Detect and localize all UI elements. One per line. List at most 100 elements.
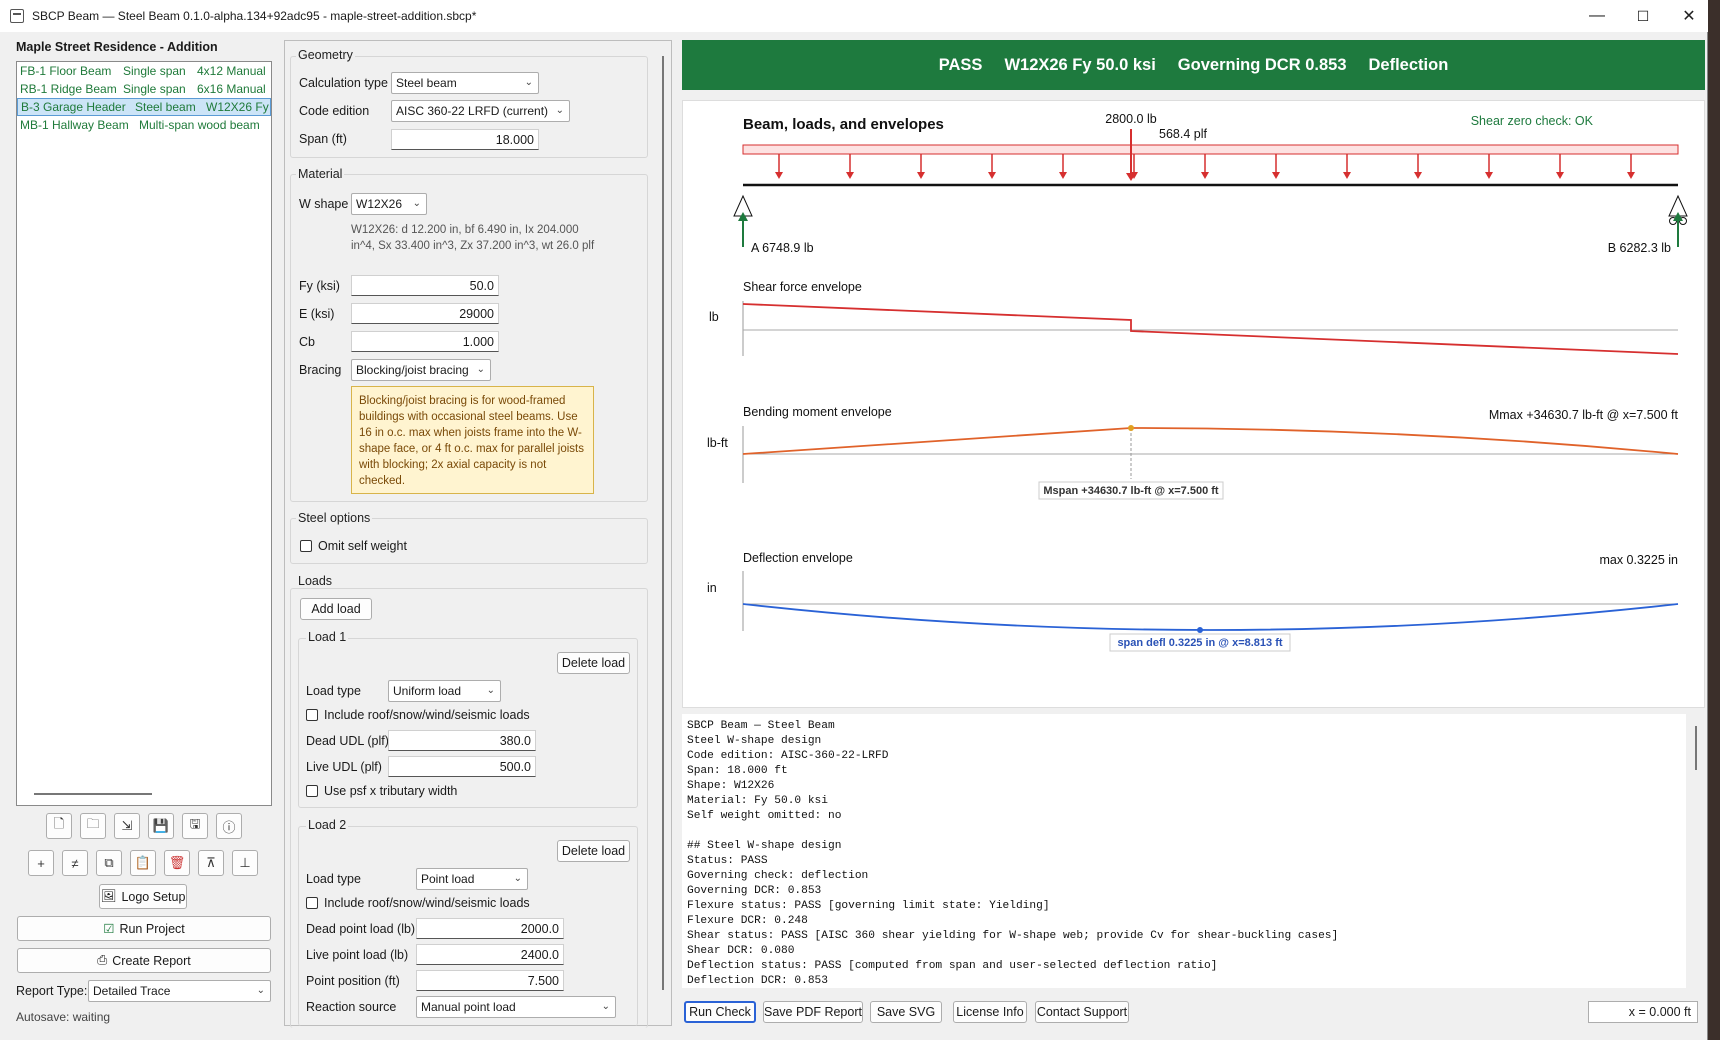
beam-list-item-selected[interactable]: B-3 Garage Header Steel beam W12X26 Fy <box>17 98 271 116</box>
load2-pos-label: Point position (ft) <box>306 974 400 988</box>
app-icon <box>10 9 24 23</box>
license-info-button[interactable]: License Info <box>953 1001 1027 1023</box>
delete-load1-button[interactable]: Delete load <box>557 652 630 674</box>
contact-support-button[interactable]: Contact Support <box>1035 1001 1129 1023</box>
printer-icon: ⎙ <box>97 953 108 967</box>
span-input[interactable]: 18.000 <box>391 129 539 150</box>
e-input[interactable]: 29000 <box>351 303 499 324</box>
diagram-title: Beam, loads, and envelopes <box>743 116 944 133</box>
deflection-unit: in <box>707 581 717 595</box>
paste-icon: 📋 <box>134 855 152 870</box>
calc-type-select[interactable]: Steel beam ⌄ <box>391 72 539 94</box>
beam-list-scrollbar[interactable] <box>34 793 152 795</box>
add-beam-button[interactable]: + <box>28 850 54 876</box>
save-pdf-button[interactable]: Save PDF Report <box>763 1001 863 1023</box>
new-file-button[interactable]: 🗋 <box>46 813 72 839</box>
run-project-button[interactable]: ☑ Run Project <box>17 916 271 941</box>
udl-arrowhead <box>1485 172 1493 179</box>
load2-title: Load 2 <box>306 818 349 832</box>
move-up-button[interactable]: ⊼ <box>198 850 224 876</box>
calc-type-label: Calculation type <box>299 76 388 90</box>
deflection-max-point <box>1197 627 1203 633</box>
beam-type: Single span <box>123 64 186 78</box>
report-line: Material: Fy 50.0 ksi <box>687 795 828 807</box>
beam-list-item[interactable]: RB-1 Ridge Beam Single span 6x16 Manual <box>17 80 271 98</box>
reaction-source-value: Manual point load <box>421 1000 516 1014</box>
shear-check-label: Shear zero check: OK <box>1471 114 1594 128</box>
add-load-button[interactable]: Add load <box>300 598 372 620</box>
load2-type-select[interactable]: Point load ⌄ <box>416 868 528 890</box>
beam-list-item[interactable]: MB-1 Hallway Beam Multi-span wood beam <box>17 116 271 134</box>
minimize-button[interactable]: — <box>1574 0 1620 32</box>
close-button[interactable]: ✕ <box>1666 0 1712 32</box>
create-report-button[interactable]: ⎙ Create Report <box>17 948 271 973</box>
delete-load2-button[interactable]: Delete load <box>557 840 630 862</box>
save-button[interactable]: 💾 <box>148 813 174 839</box>
run-check-button[interactable]: Run Check <box>684 1001 756 1023</box>
input-panel-scrollbar[interactable] <box>662 56 664 990</box>
info-button[interactable]: ⓘ <box>216 813 242 839</box>
beam-type: Multi-span wood beam <box>139 118 260 132</box>
report-line: Span: 18.000 ft <box>687 765 788 777</box>
load1-dead-input[interactable]: 380.0 <box>388 730 536 751</box>
report-text[interactable]: SBCP Beam — Steel Beam Steel W-shape desi… <box>682 714 1686 988</box>
load1-type-select[interactable]: Uniform load ⌄ <box>388 680 501 702</box>
moment-max-label: Mmax +34630.7 lb-ft @ x=7.500 ft <box>1489 408 1679 422</box>
load2-pos-input[interactable]: 7.500 <box>416 970 564 991</box>
bracing-label: Bracing <box>299 363 342 377</box>
maximize-button[interactable]: ☐ <box>1620 0 1666 32</box>
status-section: W12X26 Fy 50.0 ksi <box>1004 55 1156 74</box>
status-result: PASS <box>938 55 983 74</box>
shear-unit: lb <box>709 310 719 324</box>
report-line: Shear DCR: 0.080 <box>687 945 795 957</box>
load2-include-env-label: Include roof/snow/wind/seismic loads <box>324 896 530 910</box>
move-down-button[interactable]: ⊥ <box>232 850 258 876</box>
save-svg-button[interactable]: Save SVG <box>870 1001 942 1023</box>
fy-input[interactable]: 50.0 <box>351 275 499 296</box>
beam-list[interactable]: FB-1 Floor Beam Single span 4x12 Manual RB… <box>16 61 272 806</box>
bracing-select[interactable]: Blocking/joist bracing ⌄ <box>351 359 491 381</box>
chevron-down-icon: ⌄ <box>486 685 495 696</box>
report-line: Code edition: AISC-360-22-LRFD <box>687 750 889 762</box>
diagram-panel[interactable]: Beam, loads, and envelopes Shear zero ch… <box>682 100 1705 708</box>
add-multispan-button[interactable]: ≠ <box>62 850 88 876</box>
copy-button[interactable]: ⧉ <box>96 850 122 876</box>
logo-setup-button[interactable]: 🖼 Logo Setup <box>99 884 187 909</box>
moment-span-label: Mspan +34630.7 lb-ft @ x=7.500 ft <box>1043 485 1219 497</box>
code-edition-select[interactable]: AISC 360-22 LRFD (current) ⌄ <box>391 100 570 122</box>
report-scrollbar[interactable] <box>1695 726 1697 770</box>
trash-icon: 🗑 <box>168 855 186 870</box>
cb-input[interactable]: 1.000 <box>351 331 499 352</box>
use-psf-checkbox[interactable] <box>306 785 318 797</box>
beam-name: FB-1 Floor Beam <box>20 64 112 78</box>
delete-button[interactable]: 🗑 <box>164 850 190 876</box>
omit-self-weight-checkbox[interactable] <box>300 540 312 552</box>
report-line: Status: PASS <box>687 855 768 867</box>
e-label: E (ksi) <box>299 307 335 321</box>
load2-dead-input[interactable]: 2000.0 <box>416 918 564 939</box>
autosave-status: Autosave: waiting <box>16 1010 111 1024</box>
report-type-select[interactable]: Detailed Trace ⌄ <box>88 980 271 1002</box>
chevron-down-icon: ⌄ <box>601 1001 610 1012</box>
import-button[interactable]: ⇲ <box>114 813 140 839</box>
udl-arrowhead <box>1059 172 1067 179</box>
load1-include-env-checkbox[interactable] <box>306 709 318 721</box>
report-line: ## Steel W-shape design <box>687 840 842 852</box>
wshape-select[interactable]: W12X26 ⌄ <box>351 193 427 215</box>
load2-live-input[interactable]: 2400.0 <box>416 944 564 965</box>
copy-icon: ⧉ <box>104 855 114 870</box>
load1-live-input[interactable]: 500.0 <box>388 756 536 777</box>
load2-include-env-checkbox[interactable] <box>306 897 318 909</box>
reaction-source-select[interactable]: Manual point load ⌄ <box>416 996 616 1018</box>
steel-options-title: Steel options <box>296 511 373 525</box>
paste-button[interactable]: 📋 <box>130 850 156 876</box>
beam-name: RB-1 Ridge Beam <box>20 82 117 96</box>
code-edition-value: AISC 360-22 LRFD (current) <box>396 104 549 118</box>
x-position-readout: x = 0.000 ft <box>1588 1001 1698 1023</box>
beam-list-item[interactable]: FB-1 Floor Beam Single span 4x12 Manual <box>17 62 271 80</box>
open-file-button[interactable]: 🗀 <box>80 813 106 839</box>
file-toolbar: 🗋 🗀 ⇲ 💾 🖫 ⓘ <box>46 813 250 839</box>
cb-label: Cb <box>299 335 315 349</box>
save-as-button[interactable]: 🖫 <box>182 813 208 839</box>
report-line: SBCP Beam — Steel Beam <box>687 720 835 732</box>
